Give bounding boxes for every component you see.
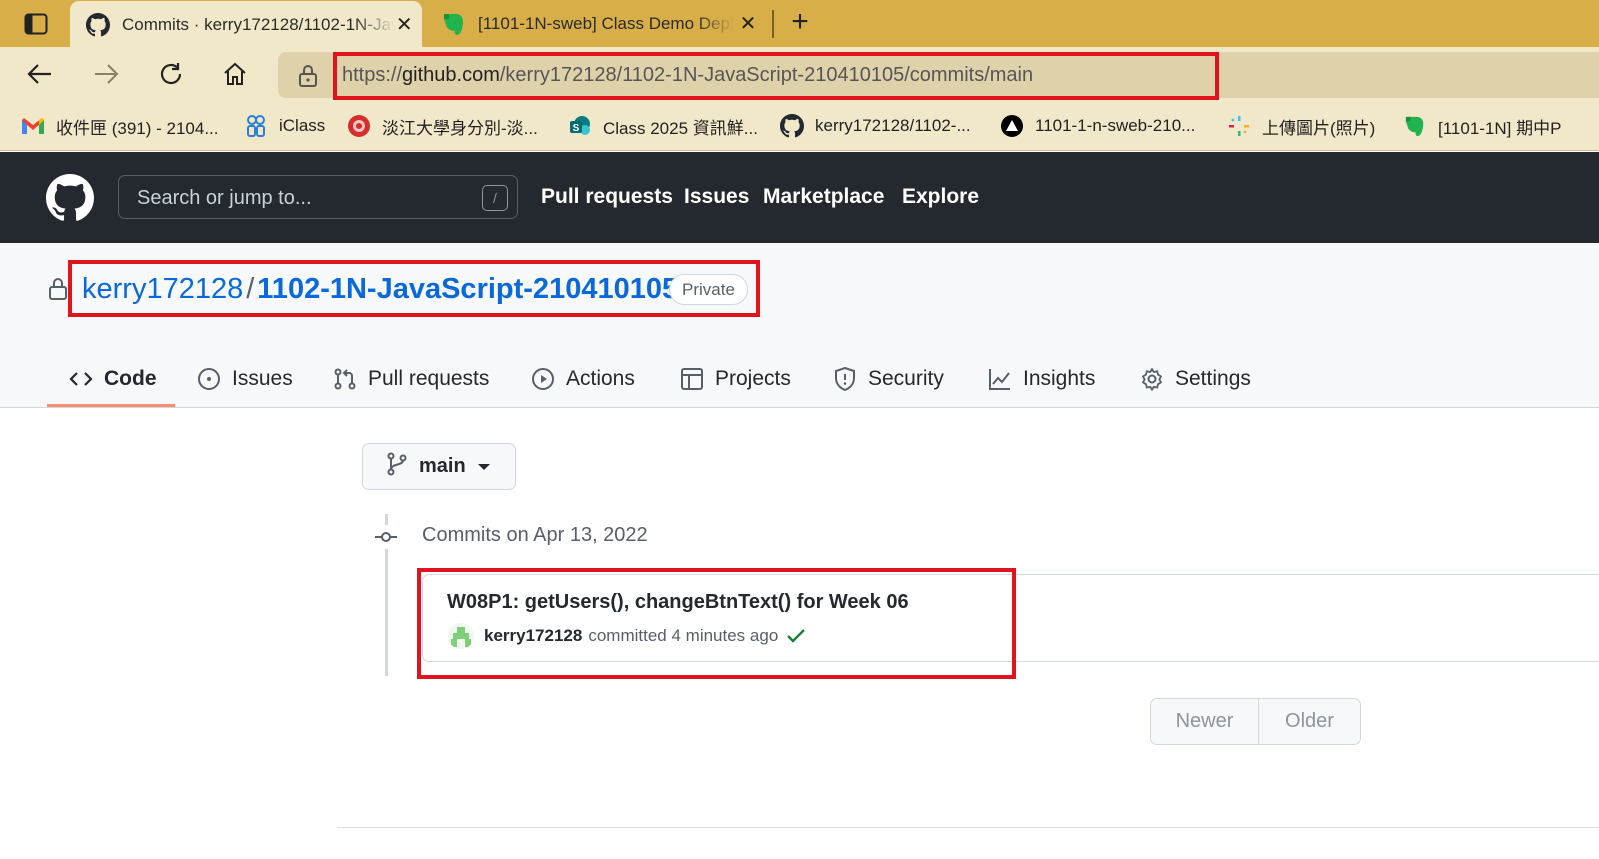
graph-icon [987, 366, 1013, 392]
git-pull-request-icon [332, 366, 358, 392]
code-icon [68, 366, 94, 392]
bookmark-tku[interactable]: 淡江大學身分別-淡... [346, 111, 538, 141]
tab-actions-icon [24, 13, 48, 35]
github-icon [779, 113, 805, 139]
tku-icon [346, 113, 372, 139]
arrow-left-icon [27, 64, 51, 84]
arrow-right-icon [95, 64, 119, 84]
older-button[interactable]: Older [1259, 699, 1360, 744]
lock-icon [48, 277, 68, 306]
vercel-icon [999, 113, 1025, 139]
tab-label: Security [868, 367, 944, 390]
table-icon [679, 366, 705, 392]
tab-title: Commits · kerry172128/1102-1N-JavaScript… [122, 14, 395, 34]
home-button[interactable] [217, 57, 253, 91]
refresh-button[interactable] [153, 57, 189, 91]
bookmark-vercel[interactable]: 1101-1-n-sweb-210... [999, 111, 1195, 141]
browser-tab-github-commits[interactable]: Commits · kerry172128/1102-1N-JavaScript… [70, 1, 422, 48]
bookmark-github-repo[interactable]: kerry172128/1102-... [779, 111, 971, 141]
tab-actions[interactable]: Actions [530, 351, 635, 407]
tab-pull-requests[interactable]: Pull requests [332, 351, 489, 407]
search-shortcut-key: / [482, 185, 508, 211]
browser-tab-strip: Commits · kerry172128/1102-1N-JavaScript… [0, 0, 1599, 48]
header-nav-pull-requests[interactable]: Pull requests [541, 185, 673, 209]
annotation-highlight-commit [417, 568, 1016, 679]
refresh-icon [160, 63, 182, 85]
tab-actions-menu-button[interactable] [16, 8, 56, 40]
shield-icon [832, 366, 858, 392]
back-button[interactable] [22, 57, 58, 91]
bookmark-label: 淡江大學身分別-淡... [382, 118, 538, 138]
bookmark-label: 上傳圖片(照片) [1262, 118, 1376, 138]
header-nav-issues[interactable]: Issues [684, 185, 749, 209]
tab-title: [1101-1N-sweb] Class Demo Deploy [478, 13, 734, 33]
home-icon [224, 62, 246, 85]
tab-label: Settings [1175, 367, 1251, 390]
chevron-down-icon [477, 463, 490, 470]
tab-settings[interactable]: Settings [1139, 351, 1251, 407]
bookmark-label: Class 2025 資訊鮮... [603, 118, 758, 138]
tab-code[interactable]: Code [68, 351, 157, 407]
github-icon [84, 11, 112, 39]
tab-issues[interactable]: Issues [196, 351, 293, 407]
bookmark-label: kerry172128/1102-... [815, 116, 971, 135]
header-nav-marketplace[interactable]: Marketplace [763, 185, 884, 209]
newer-button[interactable]: Newer [1151, 699, 1259, 744]
upload-icon [1226, 113, 1252, 139]
svg-text:S: S [573, 123, 580, 134]
bookmark-upload-image[interactable]: 上傳圖片(照片) [1226, 111, 1375, 141]
browser-tab-evernote[interactable]: [1101-1N-sweb] Class Demo Deploy ✕ [426, 0, 770, 47]
tab-label: Pull requests [368, 367, 490, 390]
iclass-icon [243, 113, 269, 139]
annotation-highlight-url [333, 52, 1219, 100]
bookmark-label: 1101-1-n-sweb-210... [1035, 116, 1196, 135]
tab-label: Code [104, 367, 157, 390]
tab-label: Insights [1023, 367, 1096, 390]
pagination: Newer Older [1150, 698, 1361, 745]
bookmark-evernote[interactable]: [1101-1N] 期中P [1402, 111, 1561, 141]
tab-label: Actions [566, 367, 635, 390]
tab-close-icon[interactable]: ✕ [395, 12, 414, 37]
forward-button[interactable] [88, 57, 124, 91]
github-logo-icon[interactable] [46, 174, 94, 222]
evernote-icon [440, 10, 468, 38]
bookmark-gmail[interactable]: 收件匣 (391) - 2104... [20, 111, 219, 141]
play-icon [530, 366, 556, 392]
bookmark-label: [1101-1N] 期中P [1438, 118, 1562, 138]
search-placeholder: Search or jump to... [137, 187, 312, 209]
github-search-input[interactable]: Search or jump to... / [118, 175, 518, 219]
bookmark-iclass[interactable]: iClass [243, 111, 325, 141]
gmail-icon [20, 113, 46, 139]
github-header: Search or jump to... / Pull requests Iss… [0, 152, 1599, 243]
tab-label: Projects [715, 367, 791, 390]
bookmark-class-2025[interactable]: S Class 2025 資訊鮮... [567, 111, 758, 141]
tab-close-icon[interactable]: ✕ [734, 11, 762, 36]
tab-projects[interactable]: Projects [679, 351, 791, 407]
header-nav-explore[interactable]: Explore [902, 185, 979, 209]
new-tab-button[interactable]: + [784, 7, 816, 39]
issue-opened-icon [196, 366, 222, 392]
evernote-icon [1402, 113, 1428, 139]
gear-icon [1139, 366, 1165, 392]
tab-security[interactable]: Security [832, 351, 944, 407]
tab-divider [772, 10, 774, 38]
commits-group-heading: Commits on Apr 13, 2022 [422, 524, 648, 546]
git-commit-icon [374, 525, 398, 549]
git-branch-icon [387, 452, 407, 481]
site-lock-icon[interactable] [298, 64, 318, 93]
tab-insights[interactable]: Insights [987, 351, 1095, 407]
selected-tab-indicator [47, 404, 175, 407]
branch-select-button[interactable]: main [362, 443, 516, 490]
bookmark-label: 收件匣 (391) - 2104... [56, 118, 219, 138]
branch-name: main [419, 455, 466, 477]
bookmark-label: iClass [279, 116, 326, 135]
footer-divider [337, 827, 1599, 828]
sharepoint-icon: S [567, 113, 593, 139]
annotation-highlight-repo-title [68, 260, 760, 317]
bookmarks-bar: 收件匣 (391) - 2104... iClass 淡江大學身分別-淡... … [0, 101, 1599, 151]
tab-label: Issues [232, 367, 293, 390]
